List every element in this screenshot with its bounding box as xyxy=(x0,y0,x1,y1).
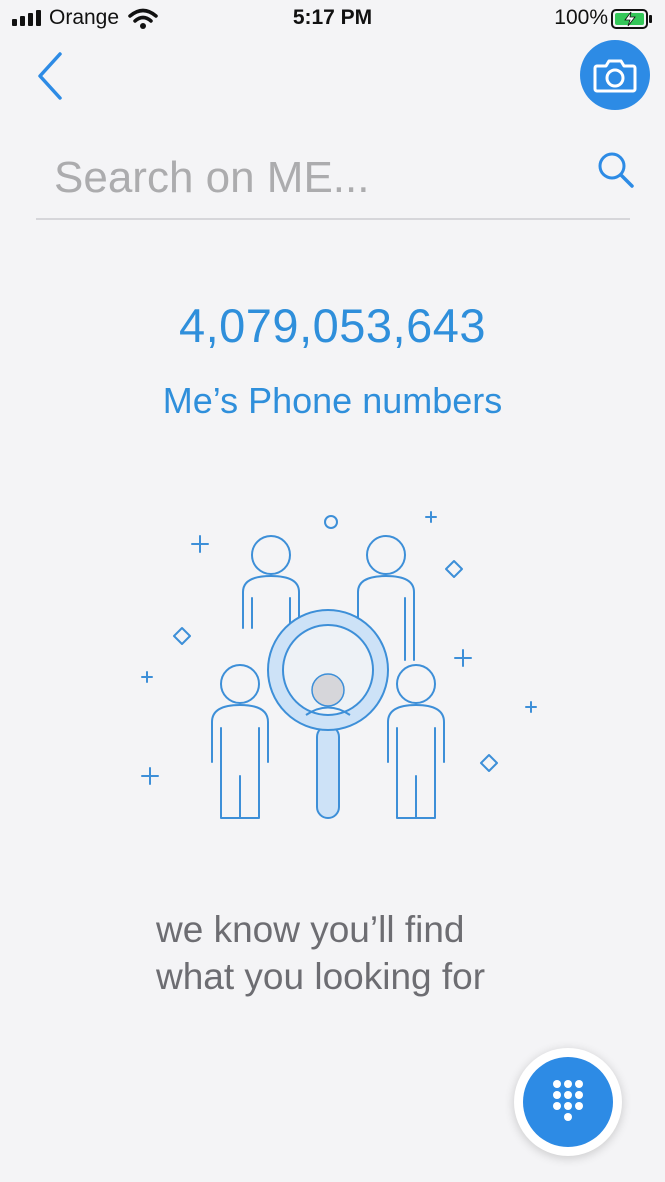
status-bar: Orange 5:17 PM 100% xyxy=(0,0,665,38)
phone-numbers-label: Me’s Phone numbers xyxy=(162,380,503,421)
dialpad-icon xyxy=(553,1080,583,1121)
battery-charging-icon xyxy=(611,9,652,29)
phone-number-count: 4,079,053,643 xyxy=(178,299,487,352)
back-button[interactable] xyxy=(30,50,70,102)
search-input[interactable] xyxy=(54,148,574,208)
tagline-line-2: what you looking for xyxy=(156,956,486,997)
tagline: we know you’ll find what you looking for xyxy=(156,906,576,1000)
camera-button[interactable] xyxy=(580,40,650,110)
search-icon[interactable] xyxy=(596,150,636,190)
battery-percent: 100% xyxy=(554,6,608,29)
dialpad-button-inner xyxy=(523,1057,613,1147)
search-bar xyxy=(36,140,634,220)
tagline-line-1: we know you’ll find xyxy=(156,909,465,950)
camera-icon xyxy=(593,59,637,93)
chevron-left-icon xyxy=(38,52,62,100)
dialpad-button[interactable] xyxy=(514,1048,622,1156)
people-search-icon xyxy=(141,511,537,819)
